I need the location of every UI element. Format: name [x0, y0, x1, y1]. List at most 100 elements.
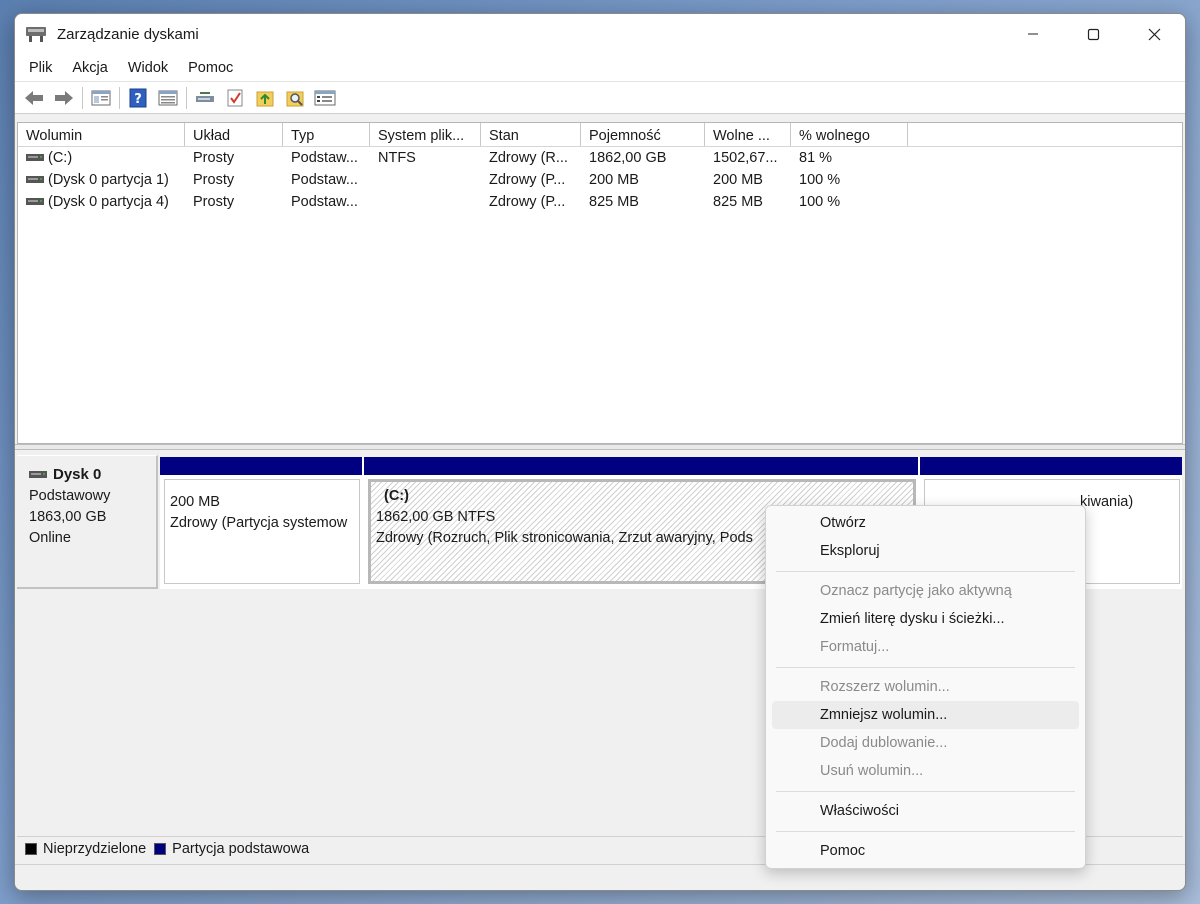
table-row[interactable]: (Dysk 0 partycja 1) Prosty Podstaw... Zd…	[18, 169, 1182, 191]
check-icon	[227, 89, 243, 106]
close-button[interactable]	[1124, 14, 1185, 54]
context-menu-open[interactable]: Otwórz	[772, 509, 1079, 537]
disk-icon	[29, 470, 47, 478]
help-button[interactable]: ?	[126, 86, 150, 110]
drive-icon	[26, 176, 44, 184]
table-row[interactable]: (Dysk 0 partycja 4) Prosty Podstaw... Zd…	[18, 191, 1182, 213]
layout-cell: Prosty	[193, 194, 235, 210]
table-row[interactable]: (C:) Prosty Podstaw... NTFS Zdrowy (R...…	[18, 147, 1182, 169]
search-folder-icon	[286, 91, 304, 106]
partition-context-menu: Otwórz Eksploruj Oznacz partycję jako ak…	[765, 505, 1086, 869]
menu-help[interactable]: Pomoc	[178, 60, 243, 76]
context-menu-explore[interactable]: Eksploruj	[772, 537, 1079, 565]
menu-file[interactable]: Plik	[19, 60, 62, 76]
filesystem-cell: NTFS	[378, 150, 416, 166]
partition-label: (C:)	[384, 488, 409, 504]
drive-icon	[26, 154, 44, 162]
menu-bar: Plik Akcja Widok Pomoc	[15, 54, 1185, 82]
check-button[interactable]	[223, 86, 247, 110]
partition-1[interactable]: 200 MB Zdrowy (Partycja systemow	[160, 457, 362, 584]
volume-name: (Dysk 0 partycja 1)	[48, 172, 169, 188]
disk-0-label[interactable]: Dysk 0 Podstawowy 1863,00 GB Online	[17, 455, 158, 589]
toolbar-separator	[82, 86, 83, 109]
menu-action[interactable]: Akcja	[62, 60, 117, 76]
column-header-capacity[interactable]: Pojemność	[581, 123, 705, 146]
column-header-filesystem[interactable]: System plik...	[370, 123, 481, 146]
folder-up-button[interactable]	[253, 86, 277, 110]
volume-name-cell: (C:)	[18, 150, 185, 166]
partition-info: 200 MB Zdrowy (Partycja systemow	[164, 479, 360, 584]
percent-free-cell: 100 %	[799, 172, 841, 188]
maximize-icon	[1087, 28, 1100, 40]
search-folder-button[interactable]	[283, 86, 307, 110]
column-header-status[interactable]: Stan	[481, 123, 581, 146]
capacity-cell: 825 MB	[589, 194, 639, 210]
partition-status: Zdrowy (Partycja systemow	[170, 515, 348, 531]
legend-unallocated: Nieprzydzielone	[43, 840, 147, 857]
capacity-cell: 200 MB	[589, 172, 639, 188]
unallocated-swatch	[25, 842, 37, 855]
column-header-empty	[908, 123, 1182, 146]
context-menu-separator	[776, 791, 1075, 792]
free-space-cell: 200 MB	[713, 172, 763, 188]
column-header-free-space[interactable]: Wolne ...	[705, 123, 791, 146]
disk-size: 1863,00 GB	[29, 509, 107, 525]
type-cell: Podstaw...	[291, 172, 358, 188]
column-header-type[interactable]: Typ	[283, 123, 370, 146]
context-menu-delete-volume: Usuń wolumin...	[820, 763, 924, 779]
column-header-layout[interactable]: Układ	[185, 123, 283, 146]
type-cell: Podstaw...	[291, 150, 358, 166]
show-console-tree-button[interactable]	[89, 86, 113, 110]
back-button[interactable]	[22, 86, 46, 110]
context-menu-shrink-volume[interactable]: Zmniejsz wolumin...	[772, 701, 1079, 729]
status-cell: Zdrowy (P...	[489, 194, 566, 210]
window-controls	[1002, 14, 1185, 54]
context-menu-separator	[776, 831, 1075, 832]
volume-name-cell: (Dysk 0 partycja 1)	[18, 172, 185, 188]
disk-status: Online	[29, 530, 71, 546]
column-header-percent-free[interactable]: % wolnego	[791, 123, 908, 146]
column-header-volume[interactable]: Wolumin	[18, 123, 185, 146]
context-menu-format: Formatuj...	[820, 639, 890, 655]
partition-type-bar	[364, 457, 918, 475]
drive-icon	[26, 198, 44, 206]
volume-name: (Dysk 0 partycja 4)	[48, 194, 169, 210]
free-space-cell: 825 MB	[713, 194, 763, 210]
context-menu-separator	[776, 667, 1075, 668]
minimize-icon	[1027, 33, 1038, 35]
toolbar: ?	[15, 82, 1185, 114]
disk-management-app-icon	[26, 27, 46, 42]
context-menu-change-drive-letter[interactable]: Zmień literę dysku i ścieżki...	[772, 605, 1079, 633]
type-cell: Podstaw...	[291, 194, 358, 210]
volume-list: Wolumin Układ Typ System plik... Stan Po…	[17, 122, 1183, 444]
context-menu-separator	[776, 571, 1075, 572]
svg-text:?: ?	[134, 92, 142, 107]
connect-button[interactable]	[193, 86, 217, 110]
context-menu-properties[interactable]: Właściwości	[772, 797, 1079, 825]
layout-cell: Prosty	[193, 172, 235, 188]
free-space-cell: 1502,67...	[713, 150, 778, 166]
context-menu-add-mirror: Dodaj dublowanie...	[820, 735, 948, 751]
volume-list-header: Wolumin Układ Typ System plik... Stan Po…	[18, 123, 1182, 147]
pane-splitter[interactable]	[15, 444, 1185, 450]
percent-free-cell: 81 %	[799, 150, 833, 166]
minimize-button[interactable]	[1002, 14, 1063, 54]
primary-partition-swatch	[154, 842, 167, 855]
context-menu-extend-volume: Rozszerz wolumin...	[820, 679, 950, 695]
capacity-cell: 1862,00 GB	[589, 150, 667, 166]
toolbar-separator	[119, 86, 120, 109]
back-arrow-icon	[25, 90, 43, 105]
console-tree-icon	[91, 90, 111, 105]
layout-cell: Prosty	[193, 150, 235, 166]
menu-view[interactable]: Widok	[118, 60, 178, 76]
percent-free-cell: 100 %	[799, 194, 841, 210]
properties-button[interactable]	[313, 86, 337, 110]
close-icon	[1148, 28, 1161, 40]
forward-button[interactable]	[52, 86, 76, 110]
partition-size: 200 MB	[170, 494, 220, 510]
status-cell: Zdrowy (P...	[489, 172, 566, 188]
maximize-button[interactable]	[1063, 14, 1124, 54]
view-button[interactable]	[156, 86, 180, 110]
context-menu-help[interactable]: Pomoc	[772, 837, 1079, 865]
window-title: Zarządzanie dyskami	[57, 25, 199, 43]
